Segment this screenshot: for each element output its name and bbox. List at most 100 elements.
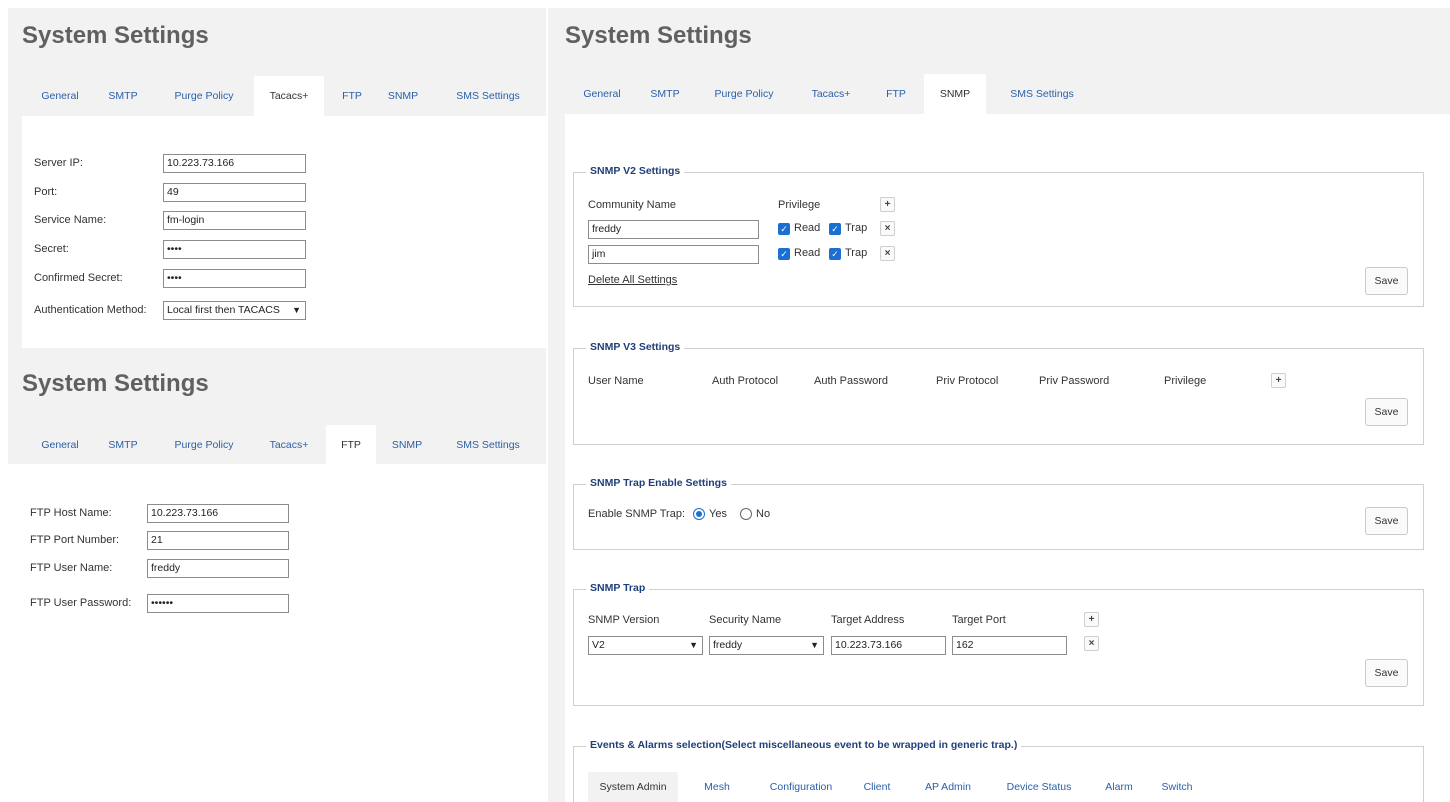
ftp-password-input[interactable]: ••••••: [147, 594, 289, 613]
community-name-header: Community Name: [588, 199, 677, 211]
tab-smtp[interactable]: SMTP: [100, 76, 146, 116]
tab-bar: General SMTP Purge Policy Tacacs+ FTP SN…: [548, 74, 1450, 114]
tab-ftp[interactable]: FTP: [876, 74, 916, 114]
security-name-select[interactable]: freddy ▼: [709, 636, 824, 655]
service-name-label: Service Name:: [34, 214, 107, 226]
tab-sms-settings[interactable]: SMS Settings: [440, 76, 536, 116]
snmp-v2-legend: SNMP V2 Settings: [586, 165, 685, 177]
tab-ftp[interactable]: FTP: [334, 76, 370, 116]
ftp-password-label: FTP User Password:: [30, 597, 132, 609]
tab-snmp[interactable]: SNMP: [382, 425, 432, 465]
add-community-button[interactable]: +: [880, 197, 895, 212]
privilege-header: Privilege: [778, 199, 821, 211]
tab-general[interactable]: General: [30, 76, 90, 116]
tab-snmp[interactable]: SNMP: [378, 76, 428, 116]
snmp-trap-enable-legend: SNMP Trap Enable Settings: [586, 477, 731, 489]
tab-sms-settings[interactable]: SMS Settings: [440, 425, 536, 465]
tacacs-form: Server IP: 10.223.73.166 Port: 49 Servic…: [22, 116, 546, 348]
tab-tacacs[interactable]: Tacacs+: [800, 74, 862, 114]
save-button[interactable]: Save: [1365, 659, 1408, 687]
trap-checkbox[interactable]: ✓: [829, 223, 841, 235]
snmp-trap-legend: SNMP Trap: [586, 582, 650, 594]
events-alarms-legend: Events & Alarms selection(Select miscell…: [586, 739, 1022, 751]
tab-configuration[interactable]: Configuration: [760, 772, 842, 802]
community-input[interactable]: jim: [588, 245, 759, 264]
tab-purge-policy[interactable]: Purge Policy: [164, 425, 244, 465]
enable-snmp-trap-label: Enable SNMP Trap:: [588, 508, 686, 520]
tab-general[interactable]: General: [572, 74, 632, 114]
ftp-host-input[interactable]: 10.223.73.166: [147, 504, 289, 523]
auth-method-select[interactable]: Local first then TACACS ▼: [163, 301, 306, 320]
ftp-user-label: FTP User Name:: [30, 562, 113, 574]
priv-password-header: Priv Password: [1039, 375, 1110, 387]
auth-password-header: Auth Password: [814, 375, 888, 387]
ftp-host-label: FTP Host Name:: [30, 507, 112, 519]
security-name-value: freddy: [713, 639, 743, 651]
tab-snmp[interactable]: SNMP: [924, 74, 986, 114]
target-address-input[interactable]: 10.223.73.166: [831, 636, 946, 655]
tab-device-status[interactable]: Device Status: [998, 772, 1080, 802]
port-label: Port:: [34, 186, 58, 198]
save-button[interactable]: Save: [1365, 267, 1408, 295]
privilege-header: Privilege: [1164, 375, 1207, 387]
read-checkbox[interactable]: ✓: [778, 223, 790, 235]
trap-no-radio[interactable]: [740, 508, 752, 520]
trap-checkbox[interactable]: ✓: [829, 248, 841, 260]
save-button[interactable]: Save: [1365, 398, 1408, 426]
confirmed-secret-input[interactable]: ••••: [163, 269, 306, 288]
port-input[interactable]: 49: [163, 183, 306, 202]
snmp-version-value: V2: [592, 639, 605, 651]
page-title: System Settings: [565, 22, 752, 49]
snmp-version-header: SNMP Version: [588, 614, 660, 626]
server-ip-label: Server IP:: [34, 157, 83, 169]
tab-smtp[interactable]: SMTP: [100, 425, 146, 465]
page-title: System Settings: [22, 22, 209, 49]
events-alarms-fieldset: Events & Alarms selection(Select miscell…: [573, 739, 1424, 802]
tab-client[interactable]: Client: [856, 772, 898, 802]
tab-purge-policy[interactable]: Purge Policy: [164, 76, 244, 116]
target-port-input[interactable]: 162: [952, 636, 1067, 655]
snmp-v2-fieldset: SNMP V2 Settings Community Name Privileg…: [573, 165, 1424, 307]
trap-label: Trap: [845, 247, 868, 259]
snmp-version-select[interactable]: V2 ▼: [588, 636, 703, 655]
ftp-form: FTP Host Name: 10.223.73.166 FTP Port Nu…: [8, 464, 546, 636]
add-user-button[interactable]: +: [1271, 373, 1286, 388]
tab-mesh[interactable]: Mesh: [696, 772, 738, 802]
tab-tacacs[interactable]: Tacacs+: [254, 76, 324, 116]
server-ip-input[interactable]: 10.223.73.166: [163, 154, 306, 173]
remove-trap-button[interactable]: ×: [1084, 636, 1099, 651]
snmp-form: SNMP V2 Settings Community Name Privileg…: [565, 114, 1450, 802]
tab-purge-policy[interactable]: Purge Policy: [704, 74, 784, 114]
tab-system-admin[interactable]: System Admin: [588, 772, 678, 802]
snmp-trap-fieldset: SNMP Trap SNMP Version Security Name Tar…: [573, 582, 1424, 706]
remove-community-button[interactable]: ×: [880, 246, 895, 261]
auth-method-label: Authentication Method:: [34, 304, 147, 316]
service-name-input[interactable]: fm-login: [163, 211, 306, 230]
tacacs-settings-panel: System Settings General SMTP Purge Polic…: [8, 8, 546, 348]
tab-switch[interactable]: Switch: [1154, 772, 1200, 802]
chevron-down-icon: ▼: [689, 640, 698, 650]
confirmed-secret-label: Confirmed Secret:: [34, 272, 123, 284]
remove-community-button[interactable]: ×: [880, 221, 895, 236]
tab-sms-settings[interactable]: SMS Settings: [994, 74, 1090, 114]
trap-yes-radio[interactable]: [693, 508, 705, 520]
ftp-settings-panel: System Settings General SMTP Purge Polic…: [8, 348, 546, 636]
security-name-header: Security Name: [709, 614, 782, 626]
tab-tacacs[interactable]: Tacacs+: [258, 425, 320, 465]
read-checkbox[interactable]: ✓: [778, 248, 790, 260]
save-button[interactable]: Save: [1365, 507, 1408, 535]
secret-input[interactable]: ••••: [163, 240, 306, 259]
target-address-header: Target Address: [831, 614, 905, 626]
tab-ftp[interactable]: FTP: [326, 425, 376, 465]
tab-smtp[interactable]: SMTP: [642, 74, 688, 114]
community-input[interactable]: freddy: [588, 220, 759, 239]
add-trap-button[interactable]: +: [1084, 612, 1099, 627]
tab-general[interactable]: General: [30, 425, 90, 465]
ftp-user-input[interactable]: freddy: [147, 559, 289, 578]
priv-protocol-header: Priv Protocol: [936, 375, 999, 387]
ftp-port-input[interactable]: 21: [147, 531, 289, 550]
trap-label: Trap: [845, 222, 868, 234]
delete-all-settings-link[interactable]: Delete All Settings: [588, 274, 677, 286]
tab-alarm[interactable]: Alarm: [1097, 772, 1141, 802]
tab-ap-admin[interactable]: AP Admin: [918, 772, 978, 802]
